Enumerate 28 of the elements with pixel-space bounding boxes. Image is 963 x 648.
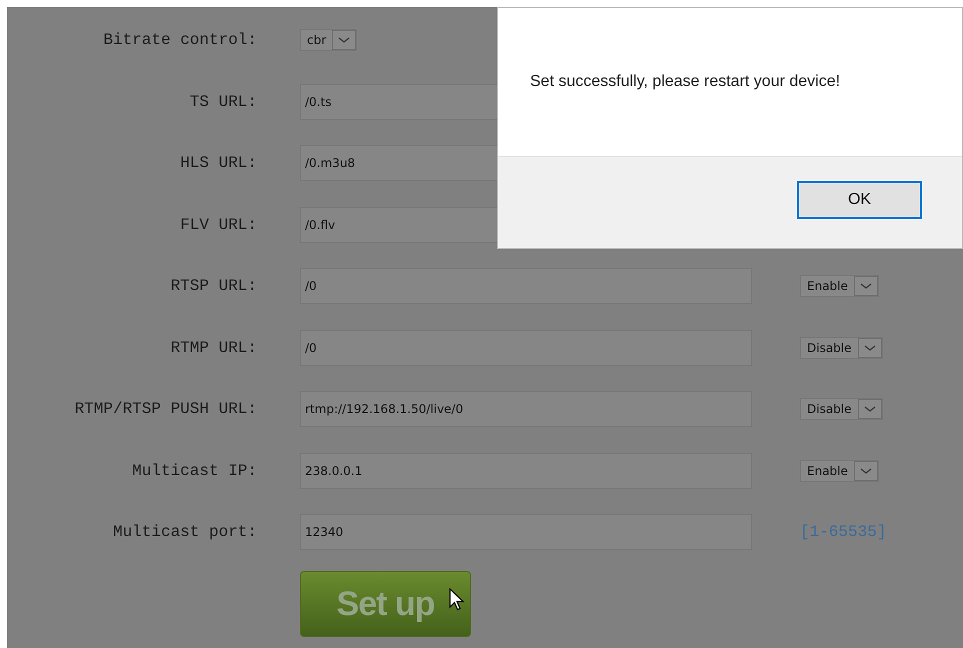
chevron-down-icon	[864, 344, 876, 352]
input-field[interactable]: 238.0.0.1	[300, 452, 752, 488]
field-label: Multicast IP:	[131, 460, 257, 482]
chevron-down-icon	[864, 405, 876, 413]
input-field[interactable]: rtmp://192.168.1.50/live/0	[300, 391, 752, 427]
input-field[interactable]: /0	[300, 330, 752, 366]
input-field[interactable]: 12340	[300, 514, 752, 550]
dropdown[interactable]: Enable	[800, 460, 879, 482]
field-label: FLV URL:	[179, 214, 257, 236]
chevron-down-icon	[860, 466, 872, 474]
field-label: Multicast port:	[112, 522, 257, 543]
field-label: Bitrate control:	[102, 30, 257, 51]
field-label: RTMP URL:	[170, 338, 257, 358]
chevron-down-icon	[338, 36, 350, 44]
field-label: TS URL:	[188, 92, 257, 112]
dropdown[interactable]: Disable	[800, 398, 883, 420]
dropdown[interactable]: cbr	[300, 29, 358, 51]
chevron-down-icon	[860, 282, 872, 290]
ok-button[interactable]: OK	[797, 181, 922, 219]
dropdown[interactable]: Disable	[800, 336, 883, 358]
field-label: RTSP URL:	[170, 276, 257, 297]
field-label: HLS URL:	[179, 153, 257, 174]
cursor-icon	[449, 588, 465, 612]
dropdown[interactable]: Enable	[800, 275, 879, 297]
range-hint: [1-65535]	[800, 522, 886, 543]
dialog-message: Set successfully, please restart your device!	[529, 72, 842, 92]
field-label: RTMP/RTSP PUSH URL:	[74, 399, 257, 420]
input-field[interactable]: /0	[300, 268, 752, 304]
